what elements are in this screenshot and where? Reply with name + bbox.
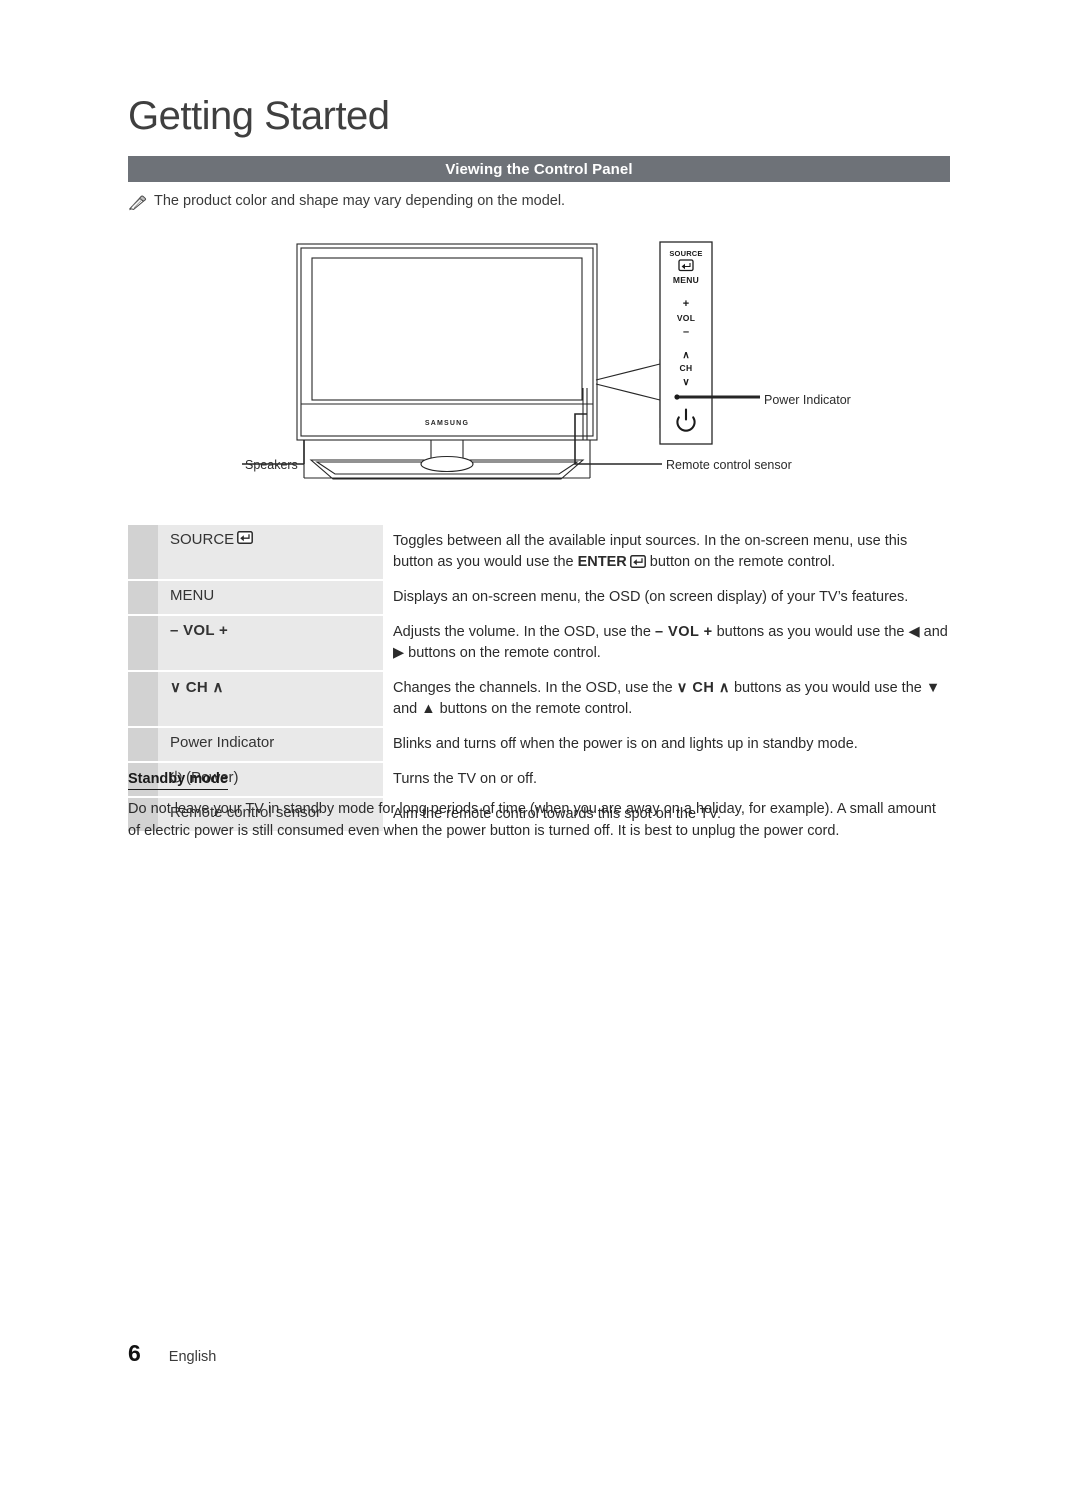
row-key-label: – VOL + xyxy=(170,622,229,640)
callout-power-indicator: Power Indicator xyxy=(764,393,851,407)
manual-page: Getting Started Viewing the Control Pane… xyxy=(0,0,1080,1494)
row-key: ∨ CH ∧ xyxy=(158,672,383,727)
enter-icon xyxy=(237,531,254,544)
panel-label-ch-up: ∧ xyxy=(682,350,689,361)
panel-label-vol: VOL xyxy=(677,313,695,323)
note-row: The product color and shape may vary dep… xyxy=(128,193,950,211)
desc-text-b: button on the remote control. xyxy=(645,554,836,571)
footer-language: English xyxy=(168,1349,217,1365)
panel-label-menu: MENU xyxy=(673,275,699,285)
table-row: SOURCE Toggles between all the available… xyxy=(128,525,950,580)
row-description: Changes the channels. In the OSD, use th… xyxy=(383,672,950,726)
panel-label-ch: CH xyxy=(680,363,693,373)
note-text: The product color and shape may vary dep… xyxy=(154,193,566,209)
standby-mode-heading: Standby mode xyxy=(128,771,228,790)
row-description: Adjusts the volume. In the OSD, use the … xyxy=(383,616,950,670)
page-number: 6 xyxy=(128,1340,141,1366)
samsung-logo: SAMSUNG xyxy=(425,420,469,427)
page-footer: 6 English xyxy=(128,1340,216,1367)
section-header-bar: Viewing the Control Panel xyxy=(128,156,950,182)
row-key: MENU xyxy=(158,581,383,615)
table-row: MENU Displays an on-screen menu, the OSD… xyxy=(128,581,950,615)
row-description: Displays an on-screen menu, the OSD (on … xyxy=(393,589,909,606)
row-key-label: Power Indicator xyxy=(170,734,275,752)
desc-enter-word: ENTER xyxy=(577,554,627,571)
row-key: – VOL + xyxy=(158,616,383,671)
page-title: Getting Started xyxy=(128,94,390,138)
enter-icon xyxy=(629,554,646,568)
table-row: Power Indicator Blinks and turns off whe… xyxy=(128,728,950,762)
section-header-label: Viewing the Control Panel xyxy=(445,160,633,178)
row-swatch xyxy=(128,525,158,580)
panel-enter-icon xyxy=(678,259,694,272)
panel-label-vol-plus: + xyxy=(683,298,689,310)
row-key-label: SOURCE xyxy=(170,531,235,548)
row-key: Power Indicator xyxy=(158,728,383,762)
desc-text-a: Adjusts the volume. In the OSD, use the xyxy=(393,624,655,641)
row-swatch xyxy=(128,728,158,762)
row-key: SOURCE xyxy=(158,525,383,580)
desc-text-a: Changes the channels. In the OSD, use th… xyxy=(393,680,677,697)
panel-power-dot-icon xyxy=(674,394,680,400)
callout-speakers: Speakers xyxy=(245,458,298,472)
row-swatch xyxy=(128,616,158,671)
desc-vol-chip: – VOL + xyxy=(654,624,713,641)
panel-label-vol-minus: – xyxy=(683,326,689,338)
table-row: ∨ CH ∧ Changes the channels. In the OSD,… xyxy=(128,672,950,727)
desc-ch-chip: ∨ CH ∧ xyxy=(676,680,730,697)
standby-mode-body: Do not leave your TV in standby mode for… xyxy=(128,801,936,839)
note-pencil-icon xyxy=(128,195,147,211)
panel-label-ch-down: ∨ xyxy=(682,377,689,388)
panel-label-source: SOURCE xyxy=(669,249,702,258)
row-swatch xyxy=(128,581,158,615)
row-key-label: ∨ CH ∧ xyxy=(170,679,224,697)
row-key-label: MENU xyxy=(170,587,215,605)
row-swatch xyxy=(128,672,158,727)
row-description: Blinks and turns off when the power is o… xyxy=(393,736,858,753)
standby-mode-section: Standby mode Do not leave your TV in sta… xyxy=(128,770,950,843)
control-panel-figure: SAMSUNG SOURCE MENU + VOL – ∧ CH ∨ Power… xyxy=(128,228,950,493)
callout-remote-control-sensor: Remote control sensor xyxy=(666,458,792,472)
row-description: Toggles between all the available input … xyxy=(383,525,950,579)
table-row: – VOL + Adjusts the volume. In the OSD, … xyxy=(128,616,950,671)
tv-diagram-svg: SAMSUNG SOURCE MENU + VOL – ∧ CH ∨ xyxy=(242,241,760,480)
